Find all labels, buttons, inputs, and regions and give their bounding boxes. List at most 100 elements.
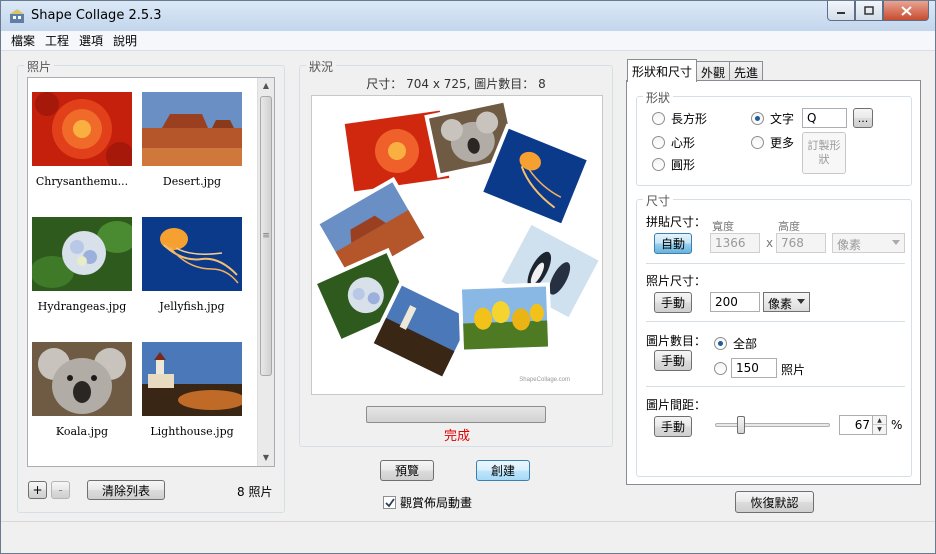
custom-shape-button[interactable]: 訂製形狀	[802, 132, 846, 174]
shape-text-option[interactable]: 文字	[751, 110, 794, 127]
checkmark-icon	[384, 497, 395, 507]
shape-text-input[interactable]: Q	[802, 108, 847, 128]
window-title: Shape Collage 2.5.3	[31, 8, 162, 23]
canvas-width-field[interactable]: 1366	[710, 233, 760, 253]
num-photos-manual-button[interactable]: 手動	[654, 350, 692, 371]
create-button[interactable]: 創建	[476, 460, 530, 481]
percent-label: %	[891, 418, 903, 432]
collage-preview-image: ShapeCollage.com	[312, 97, 602, 383]
photo-label: Jellyfish.jpg	[159, 300, 225, 313]
scroll-down-icon[interactable]: ▼	[258, 450, 274, 466]
separator	[646, 263, 905, 264]
menu-options[interactable]: 選項	[77, 32, 105, 49]
canvas-unit-select[interactable]: 像素	[832, 233, 905, 253]
app-icon	[10, 9, 24, 23]
size-group-title: 尺寸	[643, 192, 674, 209]
photos-group-title: 照片	[24, 58, 55, 75]
spacing-slider-thumb[interactable]	[737, 416, 745, 434]
canvas-height-field[interactable]: 768	[776, 233, 826, 253]
photo-label: Desert.jpg	[162, 175, 222, 188]
shape-more-radio[interactable]	[751, 136, 764, 149]
spacing-spinner[interactable]: ▲ ▼	[872, 415, 887, 435]
tab-appearance[interactable]: 外觀	[696, 61, 731, 82]
times-label: x	[766, 236, 774, 250]
spacing-slider-track[interactable]	[715, 416, 830, 434]
shape-text-label: 文字	[770, 112, 795, 126]
close-icon	[900, 5, 912, 16]
num-photos-field[interactable]: 150	[731, 358, 777, 378]
lighthouse-thumbnail	[142, 342, 246, 416]
photo-size-manual-button[interactable]: 手動	[654, 292, 692, 313]
spin-down-icon[interactable]: ▼	[873, 425, 886, 434]
desert-thumbnail	[142, 92, 242, 166]
spacing-manual-button[interactable]: 手動	[654, 416, 692, 437]
title-bar[interactable]: Shape Collage 2.5.3	[1, 1, 935, 31]
collage-size-info: 尺寸： 704 x 725, 圖片數目： 8	[366, 77, 546, 91]
photo-item[interactable]: Koala.jpg	[28, 342, 136, 438]
menu-project[interactable]: 工程	[43, 32, 71, 49]
photo-item[interactable]: Lighthouse.jpg	[138, 342, 246, 438]
shape-rect-radio[interactable]	[652, 112, 665, 125]
chevron-down-icon	[892, 240, 900, 245]
animate-layout-option[interactable]: 觀賞佈局動畫	[383, 494, 472, 511]
photo-item[interactable]: Chrysanthemu...	[28, 92, 136, 188]
chrysanthemum-thumbnail	[32, 92, 134, 170]
num-all-radio[interactable]	[714, 337, 727, 350]
font-picker-button[interactable]: ...	[853, 108, 873, 128]
shape-heart-radio[interactable]	[652, 136, 665, 149]
spacing-field[interactable]: 67	[839, 415, 873, 435]
status-bar	[1, 521, 935, 553]
separator	[646, 386, 905, 387]
photo-item[interactable]: Desert.jpg	[138, 92, 246, 188]
close-button[interactable]	[883, 1, 929, 21]
menu-file[interactable]: 檔案	[9, 32, 37, 49]
maximize-button[interactable]	[855, 1, 883, 21]
restore-defaults-button[interactable]: 恢復默認	[735, 491, 814, 513]
tab-shape-size[interactable]: 形狀和尺寸	[627, 59, 698, 82]
tab-advanced[interactable]: 先進	[729, 61, 764, 82]
app-window: Shape Collage 2.5.3 檔案 工程 選項 說明 照片 Chrys…	[0, 0, 936, 554]
canvas-auto-button[interactable]: 自動	[654, 233, 692, 254]
photo-list[interactable]: Chrysanthemu... Desert.jpg Hydrangeas.jp…	[27, 77, 275, 467]
shape-heart-option[interactable]: 心形	[652, 134, 695, 151]
height-label: 高度	[778, 220, 800, 233]
photo-size-field[interactable]: 200	[710, 292, 760, 312]
shape-heart-label: 心形	[671, 136, 696, 150]
num-custom-radio[interactable]	[714, 362, 727, 375]
shape-more-option[interactable]: 更多	[751, 134, 794, 151]
shape-text-radio[interactable]	[751, 112, 764, 125]
spacing-label: 圖片間距：	[646, 398, 707, 412]
shape-rect-option[interactable]: 長方形	[652, 110, 707, 127]
photo-item[interactable]: Jellyfish.jpg	[138, 217, 246, 313]
num-all-option[interactable]: 全部	[714, 335, 757, 352]
clear-list-button[interactable]: 清除列表	[87, 480, 165, 500]
status-text: 完成	[443, 429, 470, 444]
tab-panel: 形狀 長方形 心形 圓形 文字 更多 Q ... 訂製形狀 尺寸 拼貼尺寸： 寬…	[626, 80, 921, 485]
shape-circle-radio[interactable]	[652, 158, 665, 171]
photo-list-scrollbar[interactable]: ▲ ≡ ▼	[257, 78, 274, 466]
remove-photo-button[interactable]: -	[51, 481, 70, 499]
minimize-button[interactable]	[827, 1, 855, 21]
preview-button[interactable]: 預覽	[380, 460, 434, 481]
photo-unit-value: 像素	[768, 297, 793, 311]
num-custom-option[interactable]	[714, 362, 727, 378]
shape-circle-option[interactable]: 圓形	[652, 156, 695, 173]
shape-more-label: 更多	[770, 136, 795, 150]
photo-count: 8 照片	[237, 485, 273, 499]
shape-rect-label: 長方形	[671, 112, 708, 126]
photo-label: Lighthouse.jpg	[150, 425, 234, 438]
collage-preview: ShapeCollage.com	[311, 95, 603, 395]
add-photo-button[interactable]: +	[28, 481, 47, 499]
scroll-up-icon[interactable]: ▲	[258, 78, 274, 94]
photo-item[interactable]: Hydrangeas.jpg	[28, 217, 137, 313]
menu-help[interactable]: 說明	[111, 32, 139, 49]
collage-watermark: ShapeCollage.com	[519, 377, 570, 383]
photo-unit-select[interactable]: 像素	[763, 292, 810, 312]
progress-bar	[366, 406, 546, 423]
canvas-size-label: 拼貼尺寸：	[646, 215, 707, 229]
scroll-thumb[interactable]: ≡	[260, 96, 272, 376]
shape-group-title: 形狀	[643, 89, 674, 106]
spin-up-icon[interactable]: ▲	[873, 416, 886, 425]
animate-checkbox[interactable]	[383, 496, 396, 509]
photo-label: Chrysanthemu...	[35, 175, 129, 188]
